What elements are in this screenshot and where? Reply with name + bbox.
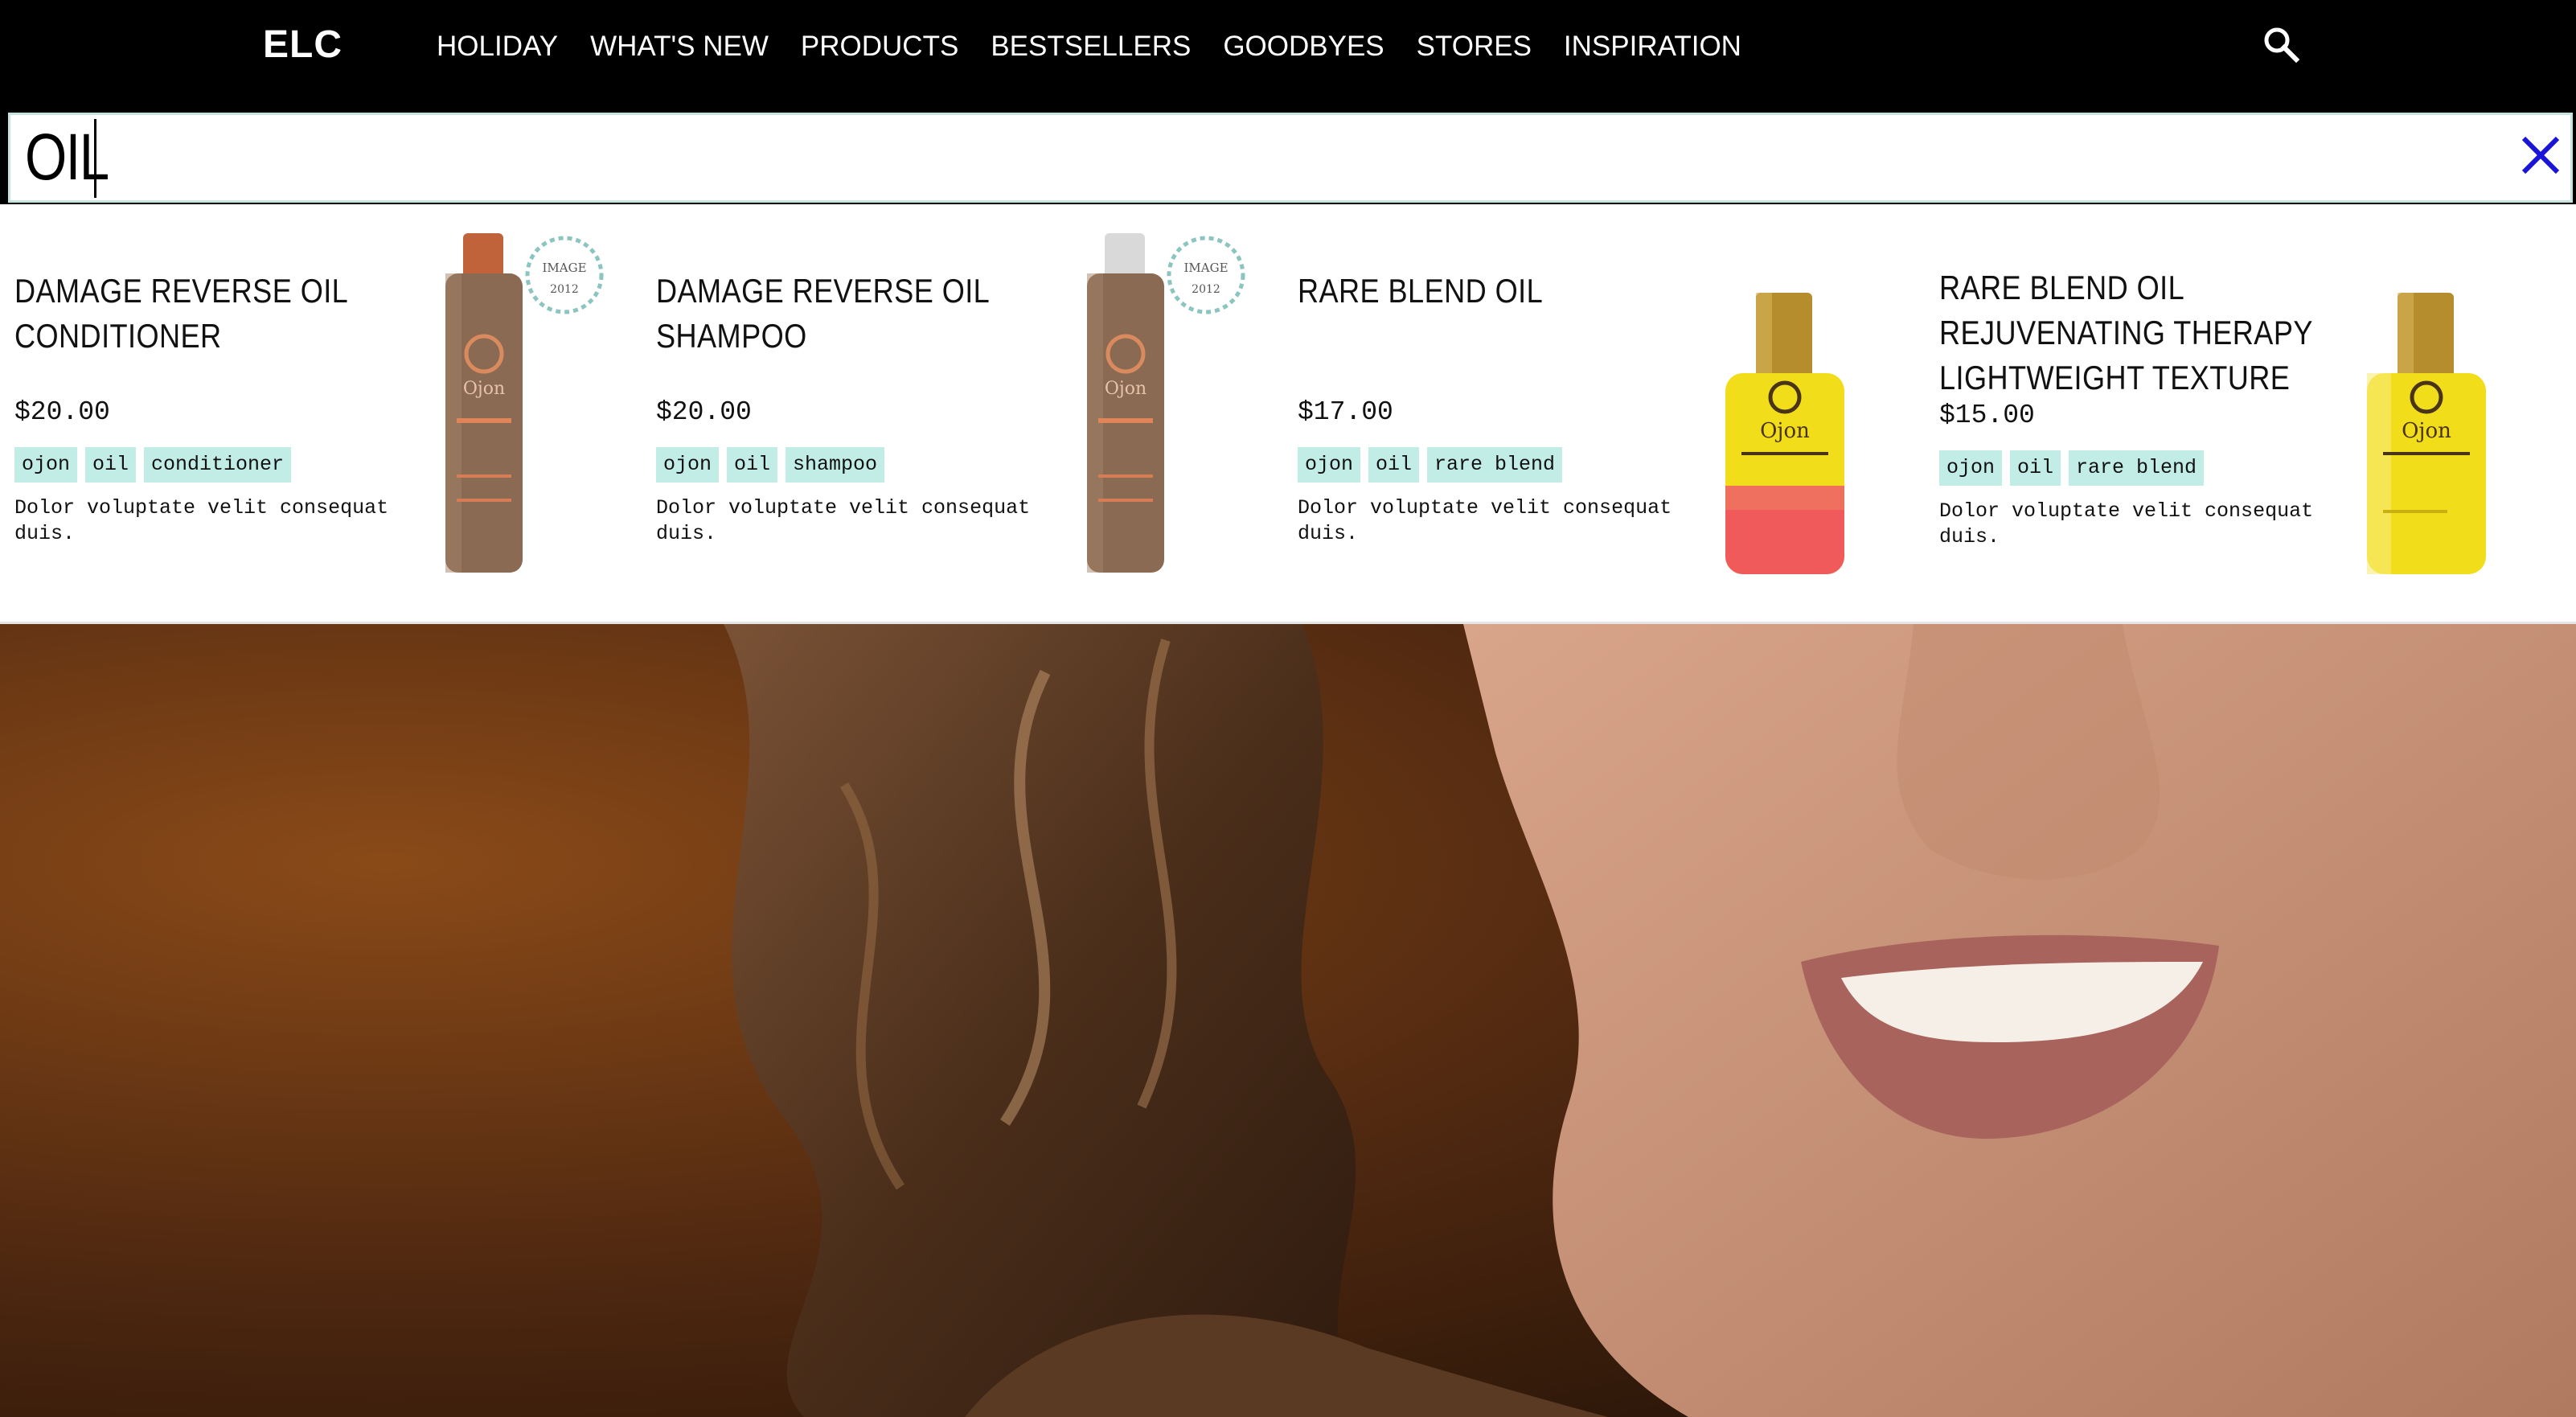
top-navigation-bar: ELC HOLIDAY WHAT'S NEW PRODUCTS BESTSELL… [0,0,2576,106]
award-label: IMAGE [1183,261,1228,275]
nav-item-whats-new[interactable]: WHAT'S NEW [590,31,769,63]
tag-list: ojon oil shampoo [656,447,885,483]
tag[interactable]: ojon [1939,450,2003,486]
product-description: Dolor voluptate velit consequat duis. [14,496,389,545]
tag[interactable]: shampoo [786,447,885,483]
site-logo[interactable]: ELC [263,23,343,67]
close-icon[interactable] [2519,133,2562,177]
tag-list: ojon oil conditioner [14,447,292,483]
hero-image [0,624,2576,1417]
oil-bottle-image[interactable]: Ojon [2359,293,2496,582]
result-card[interactable]: DAMAGE REVERSE OIL CONDITIONER $20.00 oj… [0,204,635,606]
svg-text:Ojon: Ojon [1760,419,1810,443]
tag[interactable]: ojon [1298,447,1361,483]
search-icon[interactable] [2261,24,2303,66]
product-title[interactable]: DAMAGE REVERSE OIL CONDITIONER [14,269,402,359]
conditioner-bottle-image[interactable]: Ojon IMAGE 2012 [434,233,611,579]
main-nav: HOLIDAY WHAT'S NEW PRODUCTS BESTSELLERS … [437,31,1774,63]
tag[interactable]: ojon [656,447,720,483]
tag-list: ojon oil rare blend [1298,447,1563,483]
nav-item-holiday[interactable]: HOLIDAY [437,31,558,63]
oil-bottle-image[interactable]: Ojon [1717,293,1854,582]
tag[interactable]: oil [727,447,778,483]
search-field [8,113,2573,203]
result-card[interactable]: RARE BLEND OIL $17.00 ojon oil rare blen… [1283,204,1918,606]
nav-item-products[interactable]: PRODUCTS [801,31,958,63]
search-results-panel: DAMAGE REVERSE OIL CONDITIONER $20.00 oj… [0,204,2576,624]
tag[interactable]: oil [85,447,137,483]
tag[interactable]: conditioner [144,447,292,483]
svg-text:2012: 2012 [550,283,579,296]
nav-item-goodbyes[interactable]: GOODBYES [1223,31,1384,63]
result-card[interactable]: RARE BLEND OIL REJUVENATING THERAPY LIGH… [1925,204,2560,606]
product-price: $17.00 [1298,397,1393,427]
search-input[interactable] [25,121,2003,194]
award-label: IMAGE [542,261,586,275]
product-price: $20.00 [14,397,110,427]
shampoo-bottle-image[interactable]: Ojon IMAGE 2012 [1076,233,1253,579]
tag[interactable]: oil [2010,450,2061,486]
product-title[interactable]: RARE BLEND OIL REJUVENATING THERAPY LIGH… [1939,265,2327,400]
tag[interactable]: ojon [14,447,78,483]
product-price: $20.00 [656,397,752,427]
svg-text:Ojon: Ojon [2402,419,2451,443]
nav-item-bestsellers[interactable]: BESTSELLERS [991,31,1191,63]
product-description: Dolor voluptate velit consequat duis. [1939,499,2314,548]
text-caret [94,119,96,198]
tag-list: ojon oil rare blend [1939,450,2205,486]
product-title[interactable]: RARE BLEND OIL [1298,269,1685,314]
product-title[interactable]: DAMAGE REVERSE OIL SHAMPOO [656,269,1044,359]
product-description: Dolor voluptate velit consequat duis. [656,496,1031,545]
svg-text:Ojon: Ojon [1105,379,1146,399]
tag[interactable]: oil [1368,447,1420,483]
tag[interactable]: rare blend [1427,447,1563,483]
result-card[interactable]: DAMAGE REVERSE OIL SHAMPOO $20.00 ojon o… [642,204,1277,606]
svg-text:Ojon: Ojon [463,379,505,399]
svg-text:2012: 2012 [1192,283,1220,296]
product-price: $15.00 [1939,400,2035,430]
product-description: Dolor voluptate velit consequat duis. [1298,496,1672,545]
nav-item-inspiration[interactable]: INSPIRATION [1564,31,1741,63]
tag[interactable]: rare blend [2069,450,2205,486]
nav-item-stores[interactable]: STORES [1417,31,1532,63]
